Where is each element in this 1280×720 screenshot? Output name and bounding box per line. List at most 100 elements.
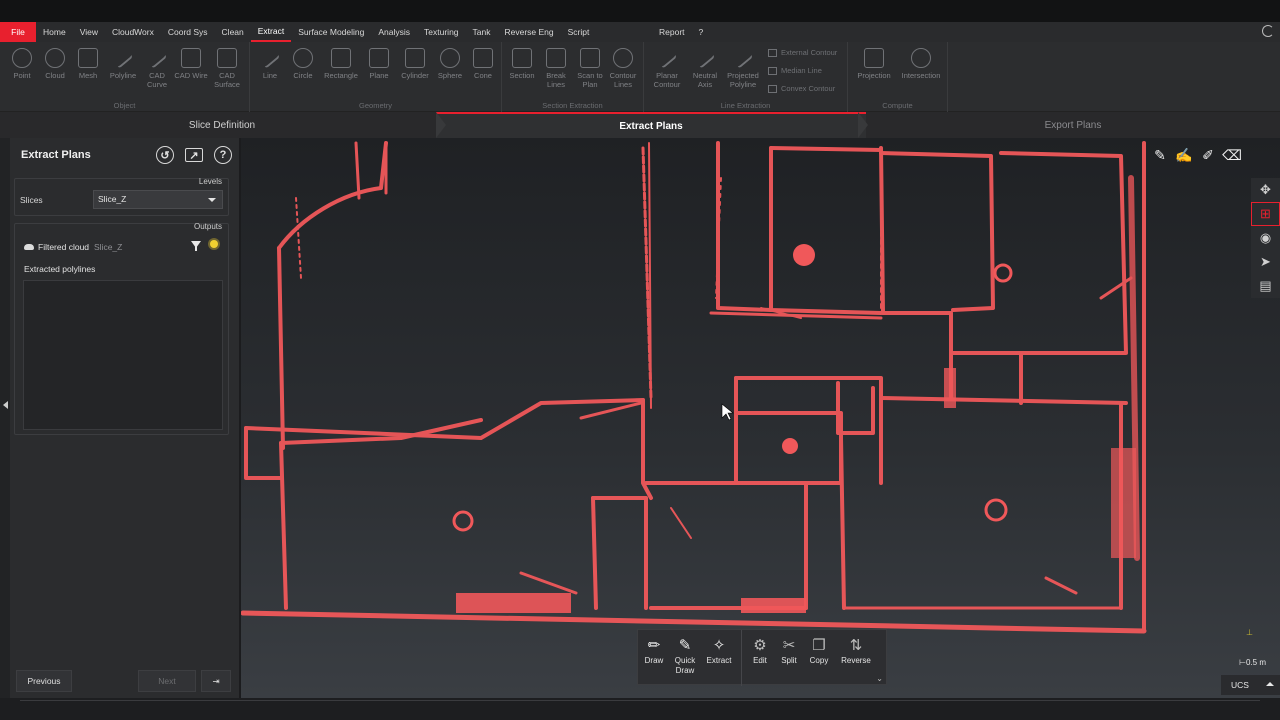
- cad-surface-button[interactable]: CAD Surface: [210, 48, 244, 89]
- layers-icon[interactable]: ▤: [1251, 274, 1280, 298]
- polyline-icon: [112, 49, 134, 69]
- expand-chevron-icon[interactable]: ⌄: [876, 674, 883, 683]
- neutral-axis-label: Neutral Axis: [692, 71, 718, 89]
- rectangle-button[interactable]: Rectangle: [324, 48, 358, 80]
- menu-analysis[interactable]: Analysis: [371, 22, 417, 42]
- break-lines-button[interactable]: Break Lines: [539, 48, 573, 89]
- median-line-button[interactable]: Median Line: [768, 66, 822, 75]
- panel-collapse-strip[interactable]: [0, 138, 10, 698]
- extract-button[interactable]: ✧ Extract: [702, 636, 736, 666]
- exit-button[interactable]: ⇥: [201, 670, 231, 692]
- send-icon[interactable]: ➤: [1251, 250, 1280, 274]
- intersection-button[interactable]: Intersection: [898, 48, 944, 80]
- reverse-button[interactable]: ⇅ Reverse: [836, 636, 876, 666]
- chevron-down-icon: [208, 198, 216, 202]
- camera-icon[interactable]: ◉: [1251, 226, 1280, 250]
- copy-label: Copy: [809, 656, 829, 665]
- sun-icon[interactable]: [210, 240, 218, 248]
- menu-file[interactable]: File: [0, 22, 36, 42]
- pick-edit-icon[interactable]: ✐: [1199, 146, 1217, 164]
- cylinder-label: Cylinder: [401, 71, 429, 80]
- neutral-axis-icon: [694, 49, 716, 69]
- cone-button[interactable]: Cone: [466, 48, 500, 80]
- extracted-polylines-list[interactable]: [23, 280, 223, 430]
- cad-wire-button[interactable]: CAD Wire: [174, 48, 208, 80]
- sphere-button[interactable]: Sphere: [433, 48, 467, 80]
- menu-clean[interactable]: Clean: [215, 22, 251, 42]
- next-button[interactable]: Next: [138, 670, 196, 692]
- external-contour-label: External Contour: [781, 48, 838, 57]
- eraser-icon[interactable]: ⌫: [1222, 146, 1242, 164]
- ribbon-group-title: Section Extraction: [542, 101, 603, 110]
- polyline-button[interactable]: Polyline: [106, 48, 140, 80]
- intersection-icon: [911, 48, 931, 68]
- section-button[interactable]: Section: [505, 48, 539, 80]
- filtered-cloud-item[interactable]: Filtered cloud: [24, 242, 89, 252]
- projected-polyline-button[interactable]: Projected Polyline: [726, 48, 760, 89]
- contour-lines-button[interactable]: Contour Lines: [606, 48, 640, 89]
- menu-bar: File Home View CloudWorx Coord Sys Clean…: [0, 22, 1280, 42]
- menu-coord-sys[interactable]: Coord Sys: [161, 22, 215, 42]
- split-button[interactable]: ✂ Split: [772, 636, 806, 666]
- menu-extract[interactable]: Extract: [250, 22, 292, 42]
- help-icon[interactable]: ?: [214, 146, 232, 164]
- copy-button[interactable]: ❐ Copy: [802, 636, 836, 666]
- menu-surface-modeling[interactable]: Surface Modeling: [291, 22, 371, 42]
- split-label: Split: [781, 656, 797, 665]
- median-line-icon: [768, 66, 777, 75]
- slices-label: Slices: [20, 195, 43, 205]
- chevron-up-icon: [1266, 682, 1274, 686]
- levels-label: Levels: [198, 177, 222, 186]
- ruler-icon[interactable]: ✎: [1151, 146, 1169, 164]
- refresh-icon[interactable]: [1262, 25, 1274, 37]
- menu-report[interactable]: Report: [652, 22, 692, 42]
- quick-draw-label: Quick Draw: [674, 656, 696, 675]
- previous-button[interactable]: Previous: [16, 670, 72, 692]
- scan-to-plan-button[interactable]: Scan to Plan: [573, 48, 607, 89]
- scale-bar: ⊢0.5 m: [1239, 658, 1266, 667]
- menu-home[interactable]: Home: [36, 22, 73, 42]
- circle-label: Circle: [293, 71, 313, 80]
- quick-draw-button[interactable]: ✎ Quick Draw: [668, 636, 702, 676]
- ribbon: Point Cloud Mesh Polyline CAD Curve CAD …: [0, 42, 1280, 112]
- cloud-button[interactable]: Cloud: [38, 48, 72, 80]
- point-button[interactable]: Point: [5, 48, 39, 80]
- draw-button[interactable]: ✏ Draw: [637, 636, 671, 666]
- help-menu[interactable]: ?: [692, 22, 711, 42]
- filter-icon[interactable]: [191, 241, 201, 251]
- projection-button[interactable]: Projection: [856, 48, 892, 80]
- cad-wire-label: CAD Wire: [174, 71, 208, 80]
- mesh-button[interactable]: Mesh: [71, 48, 105, 80]
- step-export-plans[interactable]: Export Plans: [866, 112, 1280, 138]
- line-button[interactable]: Line: [253, 48, 287, 80]
- cylinder-button[interactable]: Cylinder: [398, 48, 432, 80]
- navigate-icon[interactable]: ✥: [1251, 178, 1280, 202]
- planar-contour-button[interactable]: Planar Contour: [650, 48, 684, 89]
- extract-plans-panel: Extract Plans ↺ ↗ ? Levels Slices Slice_…: [10, 138, 240, 698]
- ucs-select[interactable]: UCS: [1221, 675, 1280, 695]
- neutral-axis-button[interactable]: Neutral Axis: [688, 48, 722, 89]
- slices-select[interactable]: Slice_Z: [93, 190, 223, 209]
- collapse-arrow-icon[interactable]: [3, 401, 8, 409]
- line-icon: [259, 49, 281, 69]
- external-contour-button[interactable]: External Contour: [768, 48, 837, 57]
- menu-script[interactable]: Script: [561, 22, 597, 42]
- convex-contour-button[interactable]: Convex Contour: [768, 84, 835, 93]
- cad-curve-button[interactable]: CAD Curve: [140, 48, 174, 89]
- planar-contour-label: Planar Contour: [653, 71, 681, 89]
- step-extract-plans[interactable]: Extract Plans: [436, 112, 866, 138]
- circle-button[interactable]: Circle: [286, 48, 320, 80]
- step-slice-definition[interactable]: Slice Definition: [8, 112, 436, 138]
- menu-view[interactable]: View: [73, 22, 105, 42]
- plane-button[interactable]: Plane: [362, 48, 396, 80]
- menu-cloudworx[interactable]: CloudWorx: [105, 22, 161, 42]
- pick-icon[interactable]: ✍: [1175, 146, 1193, 164]
- reset-icon[interactable]: ↺: [156, 146, 174, 164]
- fit-view-icon[interactable]: ⊞: [1251, 202, 1280, 226]
- point-label: Point: [13, 71, 31, 80]
- 3d-viewport[interactable]: ✎ ✍ ✐ ⌫ ✥ ⊞ ◉ ➤ ▤ ⊥ ⊢0.5 m UCS ✏ Draw ✎ Qu…: [241, 138, 1280, 698]
- menu-reverse-eng[interactable]: Reverse Eng: [498, 22, 561, 42]
- menu-tank[interactable]: Tank: [466, 22, 498, 42]
- export-icon[interactable]: ↗: [185, 148, 203, 162]
- menu-texturing[interactable]: Texturing: [417, 22, 466, 42]
